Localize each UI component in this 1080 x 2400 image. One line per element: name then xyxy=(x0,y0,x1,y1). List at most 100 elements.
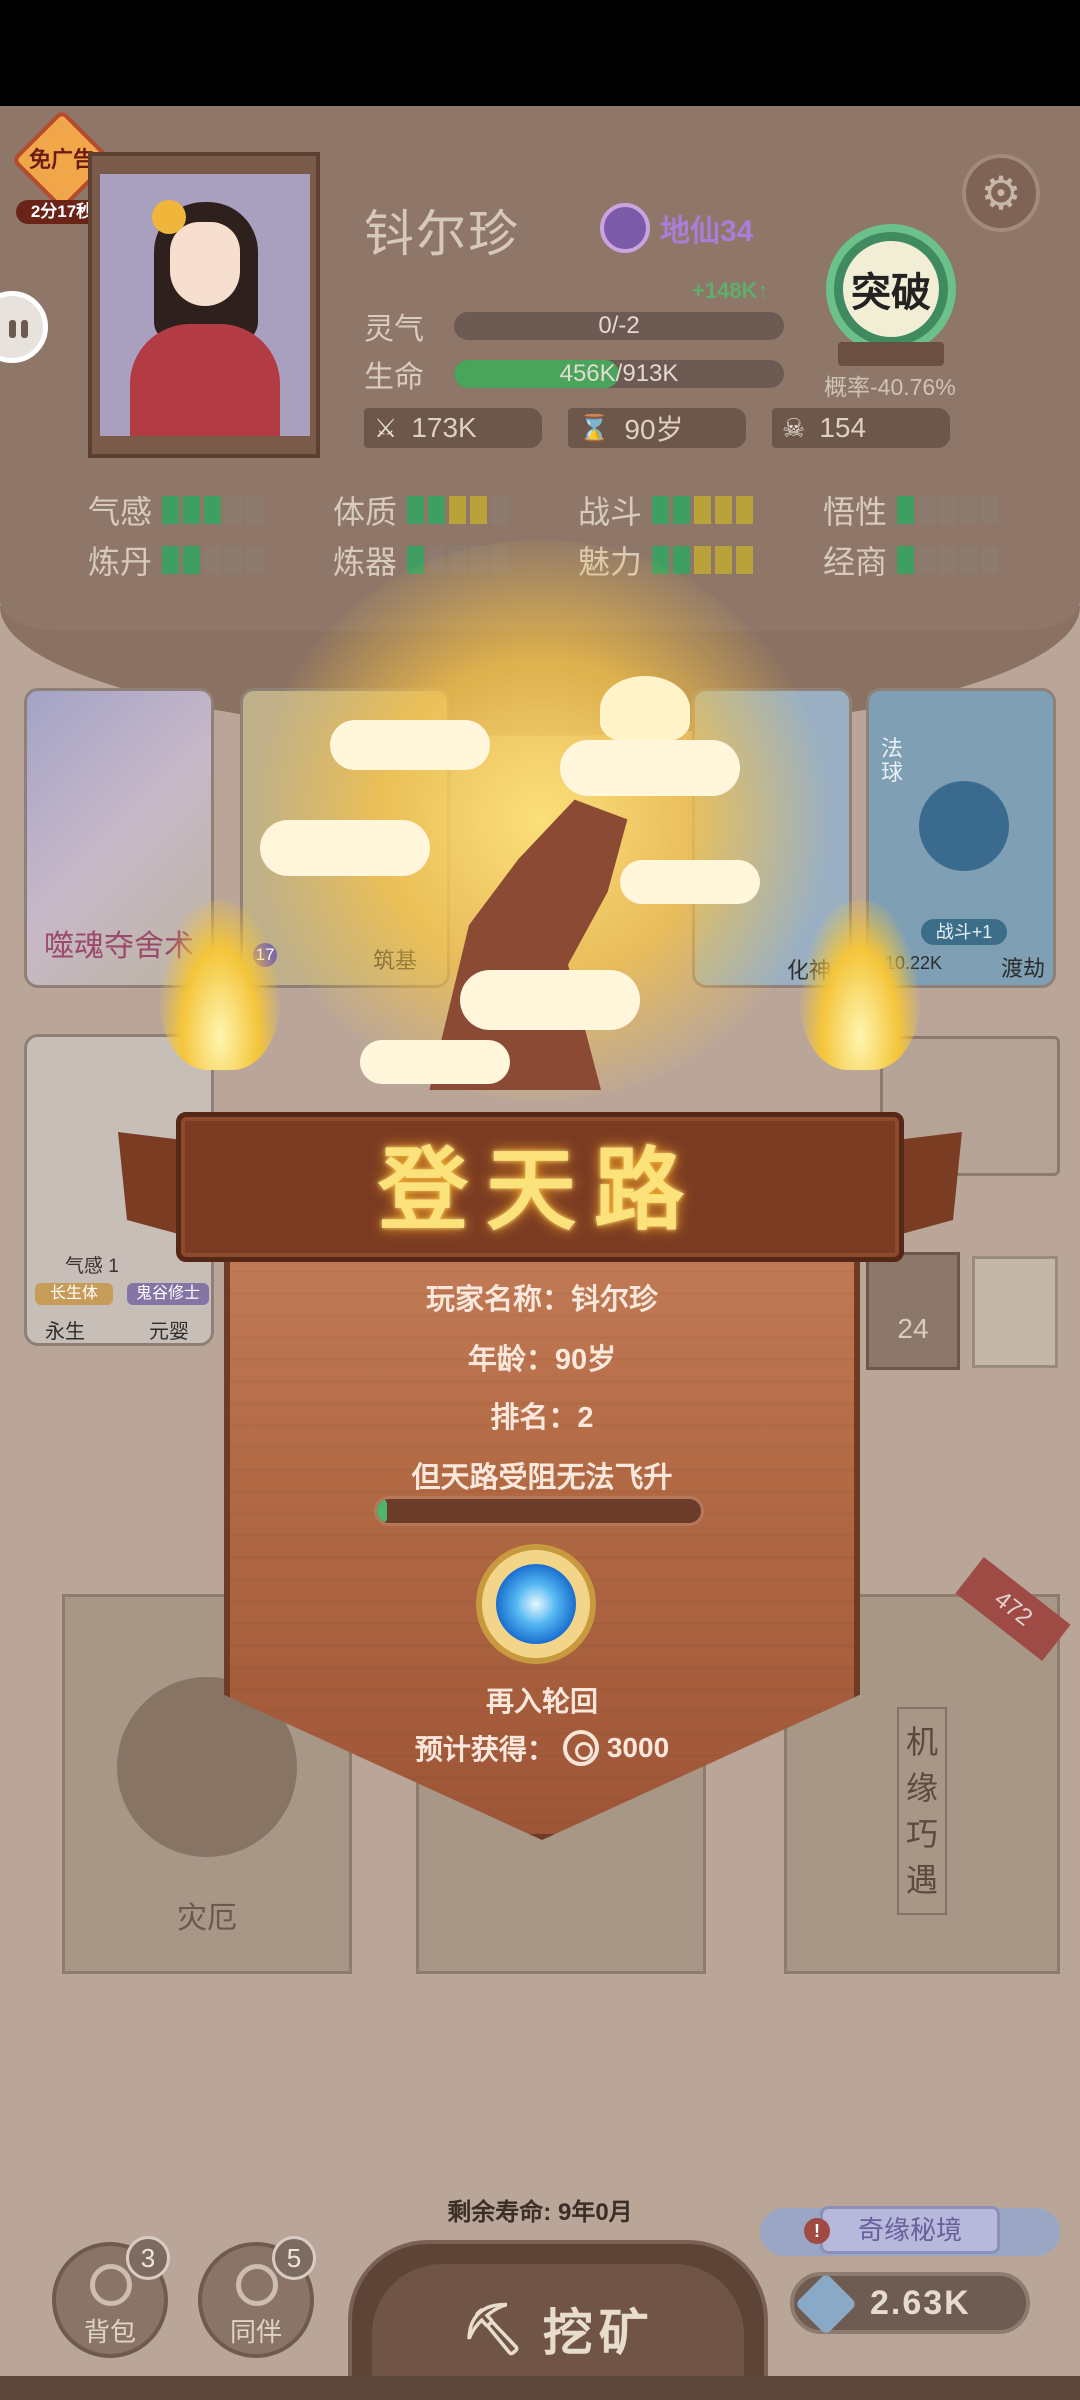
gear-icon: ⚙ xyxy=(980,167,1022,219)
stat-label: 生命 xyxy=(364,361,424,394)
character-name: 钭尔珍 xyxy=(364,206,520,262)
bag-label: 背包 xyxy=(83,2317,136,2347)
attribute-segment xyxy=(673,496,690,524)
partner-label: 同伴 xyxy=(229,2317,282,2347)
partner-button[interactable]: 同伴 5 xyxy=(198,2236,316,2358)
status-line: 但天路受阻无法飞升 xyxy=(411,1462,673,1494)
attribute-segment xyxy=(981,546,998,574)
breakthrough-button[interactable]: 突破 xyxy=(826,224,956,354)
breakthrough-stand xyxy=(838,342,944,366)
age-value: 90岁 xyxy=(624,414,684,445)
scroll-slot[interactable] xyxy=(972,1256,1058,1368)
realm-text: 地仙34 xyxy=(660,215,754,248)
attribute-0: 气感 xyxy=(88,492,333,530)
attribute-segment xyxy=(918,546,935,574)
card-bottom-right: 元婴 xyxy=(149,1321,189,1343)
attribute-3: 悟性 xyxy=(823,492,1068,530)
bag-badge: 3 xyxy=(126,2236,170,2280)
gem-icon xyxy=(794,2272,858,2336)
vortex-icon xyxy=(496,1564,576,1644)
kills-chip: ☠ 154 xyxy=(772,408,950,448)
attribute-segment xyxy=(736,546,753,574)
stat-row-qi: 灵气 0/-2 xyxy=(364,308,784,346)
slot-count: 24 xyxy=(897,1313,929,1344)
realm-icon xyxy=(600,203,650,253)
attribute-segment xyxy=(470,496,487,524)
attribute-segment xyxy=(204,546,221,574)
bag-button[interactable]: 背包 3 xyxy=(52,2236,170,2358)
tree-icon xyxy=(600,676,690,742)
card-tag-1: 长生体 xyxy=(35,1283,113,1305)
stat-chips: ⚔ 173K ⌛ 90岁 ☠ 154 xyxy=(364,408,950,448)
avatar-dress xyxy=(130,324,280,436)
gem-counter[interactable]: 2.63K xyxy=(790,2272,1030,2336)
reincarnate-button[interactable] xyxy=(476,1544,596,1664)
attribute-segment xyxy=(960,546,977,574)
card-tag-2: 鬼谷修士 xyxy=(127,1283,209,1305)
attribute-segment xyxy=(694,496,711,524)
reward-line: 预计获得： 3000 xyxy=(224,1728,860,1768)
bag-icon xyxy=(90,2264,132,2306)
qi-bar: 0/-2 xyxy=(454,312,784,340)
card-tag: 法球 xyxy=(881,736,904,785)
realm-badge: 地仙34 xyxy=(600,203,754,253)
alert-icon: ! xyxy=(804,2218,830,2244)
skull-icon: ☠ xyxy=(782,412,806,443)
age-chip: ⌛ 90岁 xyxy=(568,408,746,448)
attribute-1: 体质 xyxy=(333,492,578,530)
attribute-label: 悟性 xyxy=(823,494,888,530)
attribute-label: 炼丹 xyxy=(88,544,153,580)
pause-button[interactable] xyxy=(0,291,48,363)
kills-value: 154 xyxy=(819,412,867,443)
flame-right-icon xyxy=(800,900,920,1070)
card-bottom-label: 渡劫 xyxy=(1001,956,1046,981)
breakthrough-label: 突破 xyxy=(843,241,939,337)
item-slot[interactable]: 24 xyxy=(866,1252,960,1370)
attribute-segment xyxy=(715,546,732,574)
attribute-segment xyxy=(715,496,732,524)
attribute-segment xyxy=(694,546,711,574)
reward-value: 3000 xyxy=(606,1732,670,1763)
player-name-line: 玩家名称：钭尔珍 xyxy=(425,1284,658,1316)
ascension-progress-fill xyxy=(377,1499,387,1523)
life-bar-text: 456K/913K xyxy=(559,360,679,387)
pack-scroll-text: 机缘巧遇 xyxy=(897,1707,947,1915)
cloud-icon xyxy=(260,820,430,876)
secret-realm-button[interactable]: 奇缘秘境 ! xyxy=(760,2198,1060,2264)
cloud-icon xyxy=(620,860,760,904)
attack-value: 173K xyxy=(411,412,477,443)
cloud-icon xyxy=(330,720,490,770)
attribute-segment xyxy=(183,496,200,524)
cloud-icon xyxy=(360,1040,510,1084)
attribute-label: 体质 xyxy=(333,494,398,530)
character-avatar[interactable] xyxy=(100,174,310,436)
status-bar xyxy=(0,0,1080,106)
attribute-segment xyxy=(491,496,508,524)
settings-button[interactable]: ⚙ xyxy=(962,154,1040,232)
reincarnate-label: 再入轮回 xyxy=(485,1686,598,1717)
flame-left-icon xyxy=(160,900,280,1070)
rank-line: 排名：2 xyxy=(490,1402,594,1434)
attribute-segment xyxy=(960,496,977,524)
age-line: 年龄：90岁 xyxy=(467,1344,617,1376)
attribute-segment xyxy=(183,546,200,574)
secret-realm-label: 奇缘秘境 xyxy=(820,2206,1000,2254)
attribute-segment xyxy=(225,546,242,574)
avatar-face xyxy=(170,222,240,306)
attribute-segment xyxy=(897,546,914,574)
attribute-label: 经商 xyxy=(823,544,888,580)
spiral-currency-icon xyxy=(562,1730,599,1766)
gem-value: 2.63K xyxy=(870,2284,971,2322)
partner-icon xyxy=(236,2264,278,2306)
mine-inner: ⛏ 挖矿 xyxy=(372,2264,744,2394)
attribute-segment xyxy=(918,496,935,524)
attribute-segment xyxy=(939,546,956,574)
orb-icon xyxy=(919,781,1009,871)
sword-icon: ⚔ xyxy=(374,412,398,443)
attribute-segment xyxy=(897,496,914,524)
attribute-segment xyxy=(673,546,690,574)
attribute-7: 经商 xyxy=(823,542,1068,580)
attribute-2: 战斗 xyxy=(578,492,823,530)
attribute-label: 战斗 xyxy=(578,494,643,530)
card-bottom-left: 永生 xyxy=(45,1321,85,1343)
